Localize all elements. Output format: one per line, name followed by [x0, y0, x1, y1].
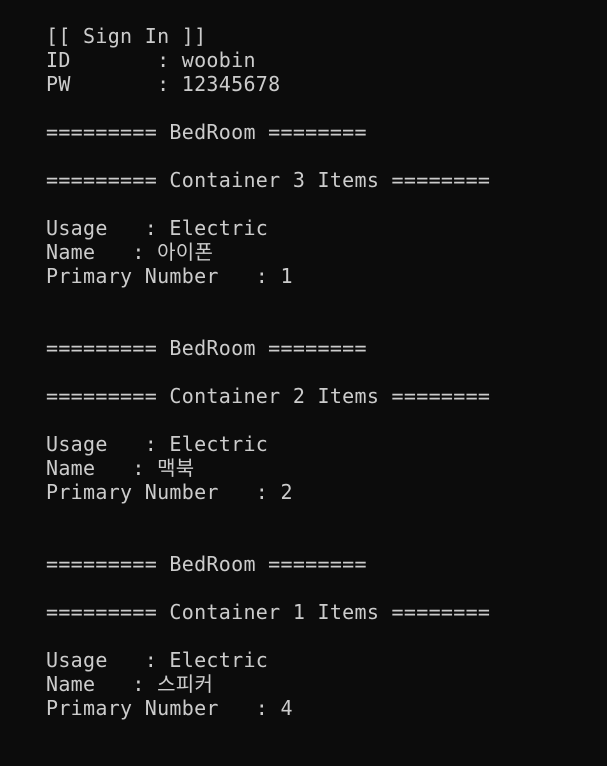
pw-line: PW : 12345678: [46, 72, 281, 96]
usage-line: Usage : Electric: [46, 432, 269, 456]
name-line: Name : 스피커: [46, 672, 214, 696]
sign-in-header: [[ Sign In ]]: [46, 24, 207, 48]
usage-line: Usage : Electric: [46, 216, 269, 240]
primary-number-line: Primary Number : 1: [46, 264, 293, 288]
console-window[interactable]: [[ Sign In ]] ID : woobin PW : 12345678 …: [0, 0, 607, 766]
room-header: ========= BedRoom ========: [46, 552, 367, 576]
container-header: ========= Container 3 Items ========: [46, 168, 491, 192]
name-line: Name : 아이폰: [46, 240, 214, 264]
room-header: ========= BedRoom ========: [46, 336, 367, 360]
primary-number-line: Primary Number : 2: [46, 480, 293, 504]
room-header: ========= BedRoom ========: [46, 120, 367, 144]
usage-line: Usage : Electric: [46, 648, 269, 672]
id-line: ID : woobin: [46, 48, 256, 72]
container-header: ========= Container 2 Items ========: [46, 384, 491, 408]
primary-number-line: Primary Number : 4: [46, 696, 293, 720]
container-header: ========= Container 1 Items ========: [46, 600, 491, 624]
name-line: Name : 맥북: [46, 456, 195, 480]
